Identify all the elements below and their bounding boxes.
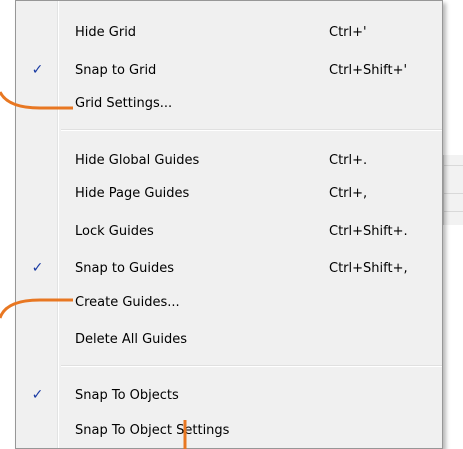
menu-item-lock-guides[interactable]: Lock Guides Ctrl+Shift+. <box>16 215 442 248</box>
menu-item-snap-to-grid[interactable]: ✓ Snap to Grid Ctrl+Shift+' <box>16 54 442 87</box>
menu-item-label: Grid Settings... <box>75 96 173 111</box>
menu-item-label: Delete All Guides <box>75 332 188 347</box>
menu-item-label: Hide Global Guides <box>75 153 200 168</box>
menu-item-hide-global-guides[interactable]: Hide Global Guides Ctrl+. <box>16 144 442 177</box>
menu-item-shortcut: Ctrl+. <box>329 153 368 168</box>
menu-item-shortcut: Ctrl+Shift+' <box>329 63 408 78</box>
menu-item-label: Lock Guides <box>75 224 154 239</box>
menu-item-snap-to-objects[interactable]: ✓ Snap To Objects <box>16 379 442 412</box>
checkmark-icon: ✓ <box>31 62 44 78</box>
menu-item-label: Hide Page Guides <box>75 186 190 201</box>
background-panel <box>443 155 463 225</box>
screenshot-stage: Hide Grid Ctrl+' ✓ Snap to Grid Ctrl+Shi… <box>0 0 463 449</box>
menu-item-delete-all-guides[interactable]: Delete All Guides <box>16 323 442 356</box>
menu-item-label: Snap To Objects <box>75 388 179 403</box>
menu-item-shortcut: Ctrl+Shift+, <box>329 261 408 276</box>
menu-item-create-guides[interactable]: Create Guides... <box>16 286 442 319</box>
menu-item-label: Snap to Guides <box>75 261 174 276</box>
menu-item-snap-to-object-settings[interactable]: Snap To Object Settings <box>16 414 442 447</box>
menu-separator <box>61 129 442 131</box>
checkmark-icon: ✓ <box>31 387 44 403</box>
menu-item-hide-grid[interactable]: Hide Grid Ctrl+' <box>16 16 442 49</box>
menu-item-label: Snap To Object Settings <box>75 423 230 438</box>
menu-item-snap-to-guides[interactable]: ✓ Snap to Guides Ctrl+Shift+, <box>16 252 442 285</box>
menu-item-label: Hide Grid <box>75 25 137 40</box>
menu-item-grid-settings[interactable]: Grid Settings... <box>16 87 442 120</box>
checkmark-icon: ✓ <box>31 260 44 276</box>
menu-item-label: Snap to Grid <box>75 63 157 78</box>
menu-item-label: Create Guides... <box>75 295 180 310</box>
menu-item-shortcut: Ctrl+' <box>329 25 367 40</box>
menu-item-shortcut: Ctrl+, <box>329 186 368 201</box>
menu-separator <box>61 365 442 367</box>
menu-item-hide-page-guides[interactable]: Hide Page Guides Ctrl+, <box>16 177 442 210</box>
view-grid-guides-menu: Hide Grid Ctrl+' ✓ Snap to Grid Ctrl+Shi… <box>15 0 443 449</box>
menu-item-shortcut: Ctrl+Shift+. <box>329 224 408 239</box>
